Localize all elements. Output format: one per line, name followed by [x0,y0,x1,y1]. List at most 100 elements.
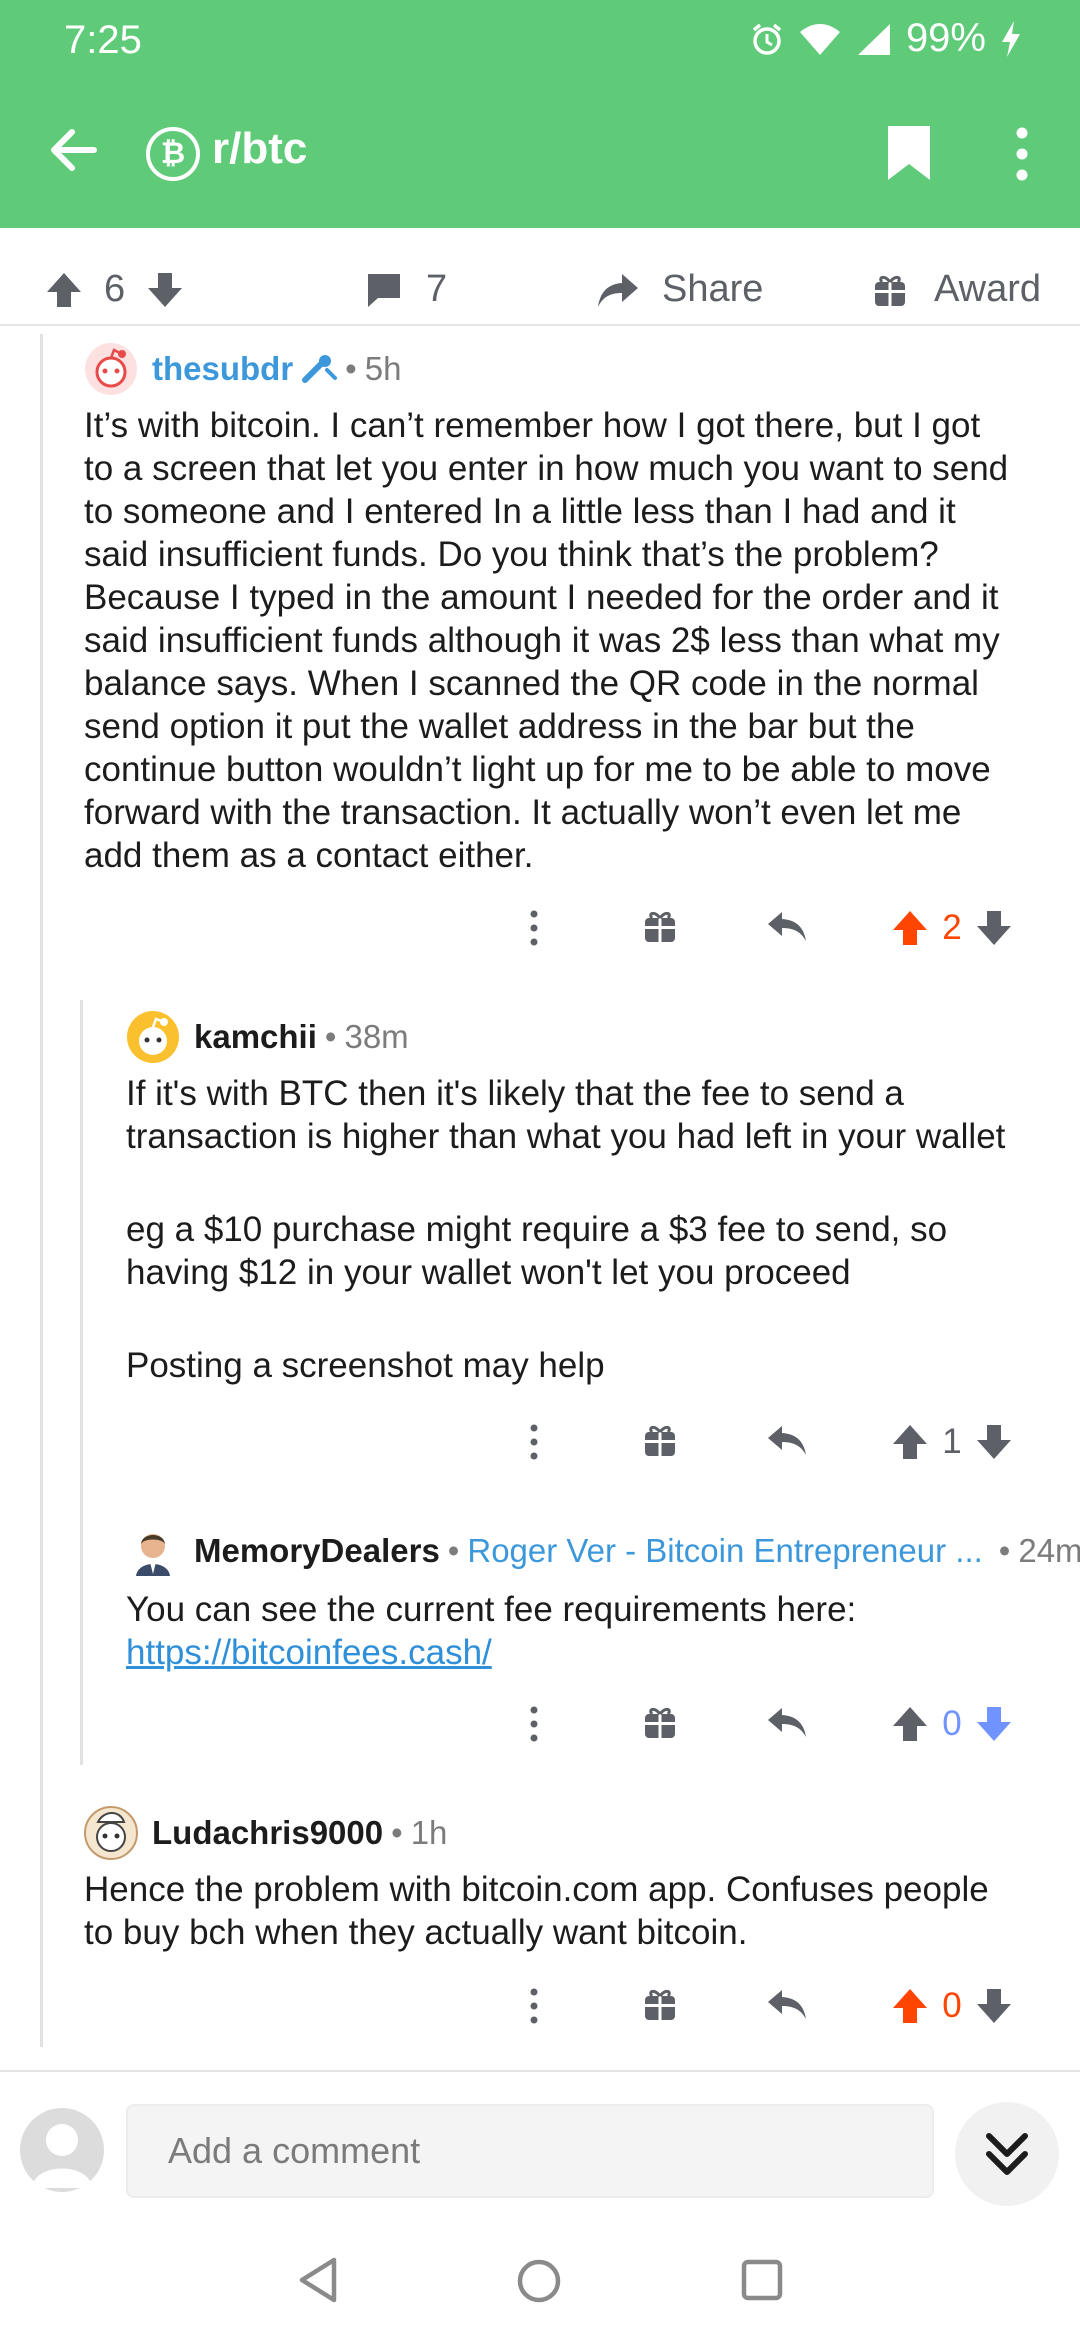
reply-icon[interactable] [766,908,808,944]
comment-line: You can see the current fee requirements… [126,1590,857,1629]
post-award-button[interactable]: Award [872,268,1041,311]
comment-time: 24m [1018,1532,1080,1569]
fee-link[interactable]: https://bitcoinfees.cash/ [126,1633,492,1672]
comment-line: If it's with BTC then it's likely that t… [126,1074,904,1113]
nav-recents-icon[interactable] [740,2258,784,2302]
comment-line: having $12 in your wallet won't let you … [126,1253,851,1292]
separator-dot: • [998,1532,1011,1569]
reply-icon[interactable] [766,1704,808,1740]
comment-header: thesubdr • 5h [84,342,401,396]
downvote-icon[interactable] [974,908,1014,948]
avatar[interactable] [126,1524,180,1578]
comment-author[interactable]: MemoryDealers [194,1532,440,1570]
comment-time: 38m [344,1018,409,1055]
comment-author[interactable]: Ludachris9000 [152,1814,383,1852]
add-comment-input[interactable]: Add a comment [126,2104,934,2198]
gift-icon[interactable] [642,1422,678,1458]
comment-line: add them as a contact either. [84,836,534,875]
gift-icon[interactable] [642,908,678,944]
separator-dot: • [345,350,357,387]
nav-home-icon[interactable] [516,2258,562,2304]
post-share-button[interactable]: Share [596,268,763,311]
comment-header: MemoryDealers • Roger Ver - Bitcoin Entr… [126,1524,1080,1578]
separator-dot: • [447,1532,460,1569]
comment-score: 0 [942,1986,962,2025]
comment-line: continue button wouldn’t light up for me… [84,750,991,789]
post-comments-button[interactable]: 7 [364,268,447,311]
thread-line-level1 [40,334,43,2047]
comment-actions: 0 [0,1986,1080,2046]
avatar[interactable] [84,1806,138,1860]
separator-dot: • [324,1018,337,1055]
downvote-icon[interactable] [974,1704,1014,1744]
upvote-icon[interactable] [890,1422,930,1462]
comment-score: 1 [942,1422,962,1461]
nav-back-icon[interactable] [296,2256,340,2304]
more-vert-icon[interactable] [1010,126,1034,182]
thread-line-level2 [80,1000,83,1765]
system-navigation-bar [0,2220,1080,2340]
more-vert-icon[interactable] [524,1422,544,1462]
comment-header: kamchii • 38m [126,1010,409,1064]
comment-composer-bar: Add a comment [0,2070,1080,2220]
avatar[interactable] [126,1010,180,1064]
reply-icon[interactable] [766,1986,808,2022]
more-vert-icon[interactable] [524,908,544,948]
comment-actions: 0 [0,1704,1080,1764]
comment-author[interactable]: kamchii [194,1018,317,1056]
bookmark-icon[interactable] [886,124,932,182]
comment-time: 1h [410,1814,448,1851]
comment-vote-group: 2 [890,908,1014,948]
app-header: 7:25 99% ₿ r/btc [0,0,1080,228]
upvote-icon[interactable] [890,908,930,948]
upvote-icon[interactable] [890,1704,930,1744]
comment-author[interactable]: thesubdr [152,350,293,388]
wifi-icon [799,23,840,55]
downvote-icon[interactable] [974,1422,1014,1462]
signal-icon [857,23,890,55]
comment-actions: 2 [0,908,1080,968]
comment-score: 0 [942,1704,962,1743]
bitcoin-icon: ₿ [146,127,200,181]
arrow-back-icon[interactable] [44,120,104,180]
subreddit-title[interactable]: r/btc [212,124,307,174]
comment-vote-group: 0 [890,1986,1014,2026]
collapse-button[interactable] [955,2102,1059,2206]
status-icons: 99% [750,16,1022,61]
battery-percent: 99% [905,16,986,60]
comment-line: Because I typed in the amount I needed f… [84,578,999,617]
comment-body: Hence the problem with bitcoin.com app. … [84,1868,1064,1954]
gift-icon[interactable] [642,1704,678,1740]
more-vert-icon[interactable] [524,1986,544,2026]
comment-line: to someone and I entered In a little les… [84,492,956,531]
gift-icon[interactable] [642,1986,678,2022]
share-icon [598,273,638,307]
more-vert-icon[interactable] [524,1704,544,1744]
downvote-icon[interactable] [974,1986,1014,2026]
comment-line: send option it put the wallet address in… [84,707,915,746]
alarm-icon [752,23,782,55]
downvote-icon[interactable] [145,270,185,310]
award-label: Award [934,268,1042,310]
comment-line: said insufficient funds. Do you think th… [84,535,939,574]
comment-actions: 1 [0,1422,1080,1482]
comment-line: transaction is higher than what you had … [126,1117,1006,1156]
comment-body: It’s with bitcoin. I can’t remember how … [84,404,1064,877]
avatar[interactable] [84,342,138,396]
upvote-icon[interactable] [890,1986,930,2026]
gift-icon [875,275,905,306]
comment-vote-group: 0 [890,1704,1014,1744]
comment-vote-group: 1 [890,1422,1014,1462]
comment-icon [368,273,400,307]
upvote-icon[interactable] [44,270,84,310]
comment-line: to buy bch when they actually want bitco… [84,1913,748,1952]
separator-dot: • [391,1814,403,1851]
comment-line: It’s with bitcoin. I can’t remember how … [84,406,981,445]
action-bar-divider [0,324,1080,326]
reply-icon[interactable] [766,1422,808,1458]
comment-body: You can see the current fee requirements… [126,1588,1066,1674]
comment-line: to a screen that let you enter in how mu… [84,449,1009,488]
avatar[interactable] [20,2108,104,2192]
post-score: 6 [104,268,126,310]
user-flair: Roger Ver - Bitcoin Entrepreneur ... [467,1532,983,1569]
